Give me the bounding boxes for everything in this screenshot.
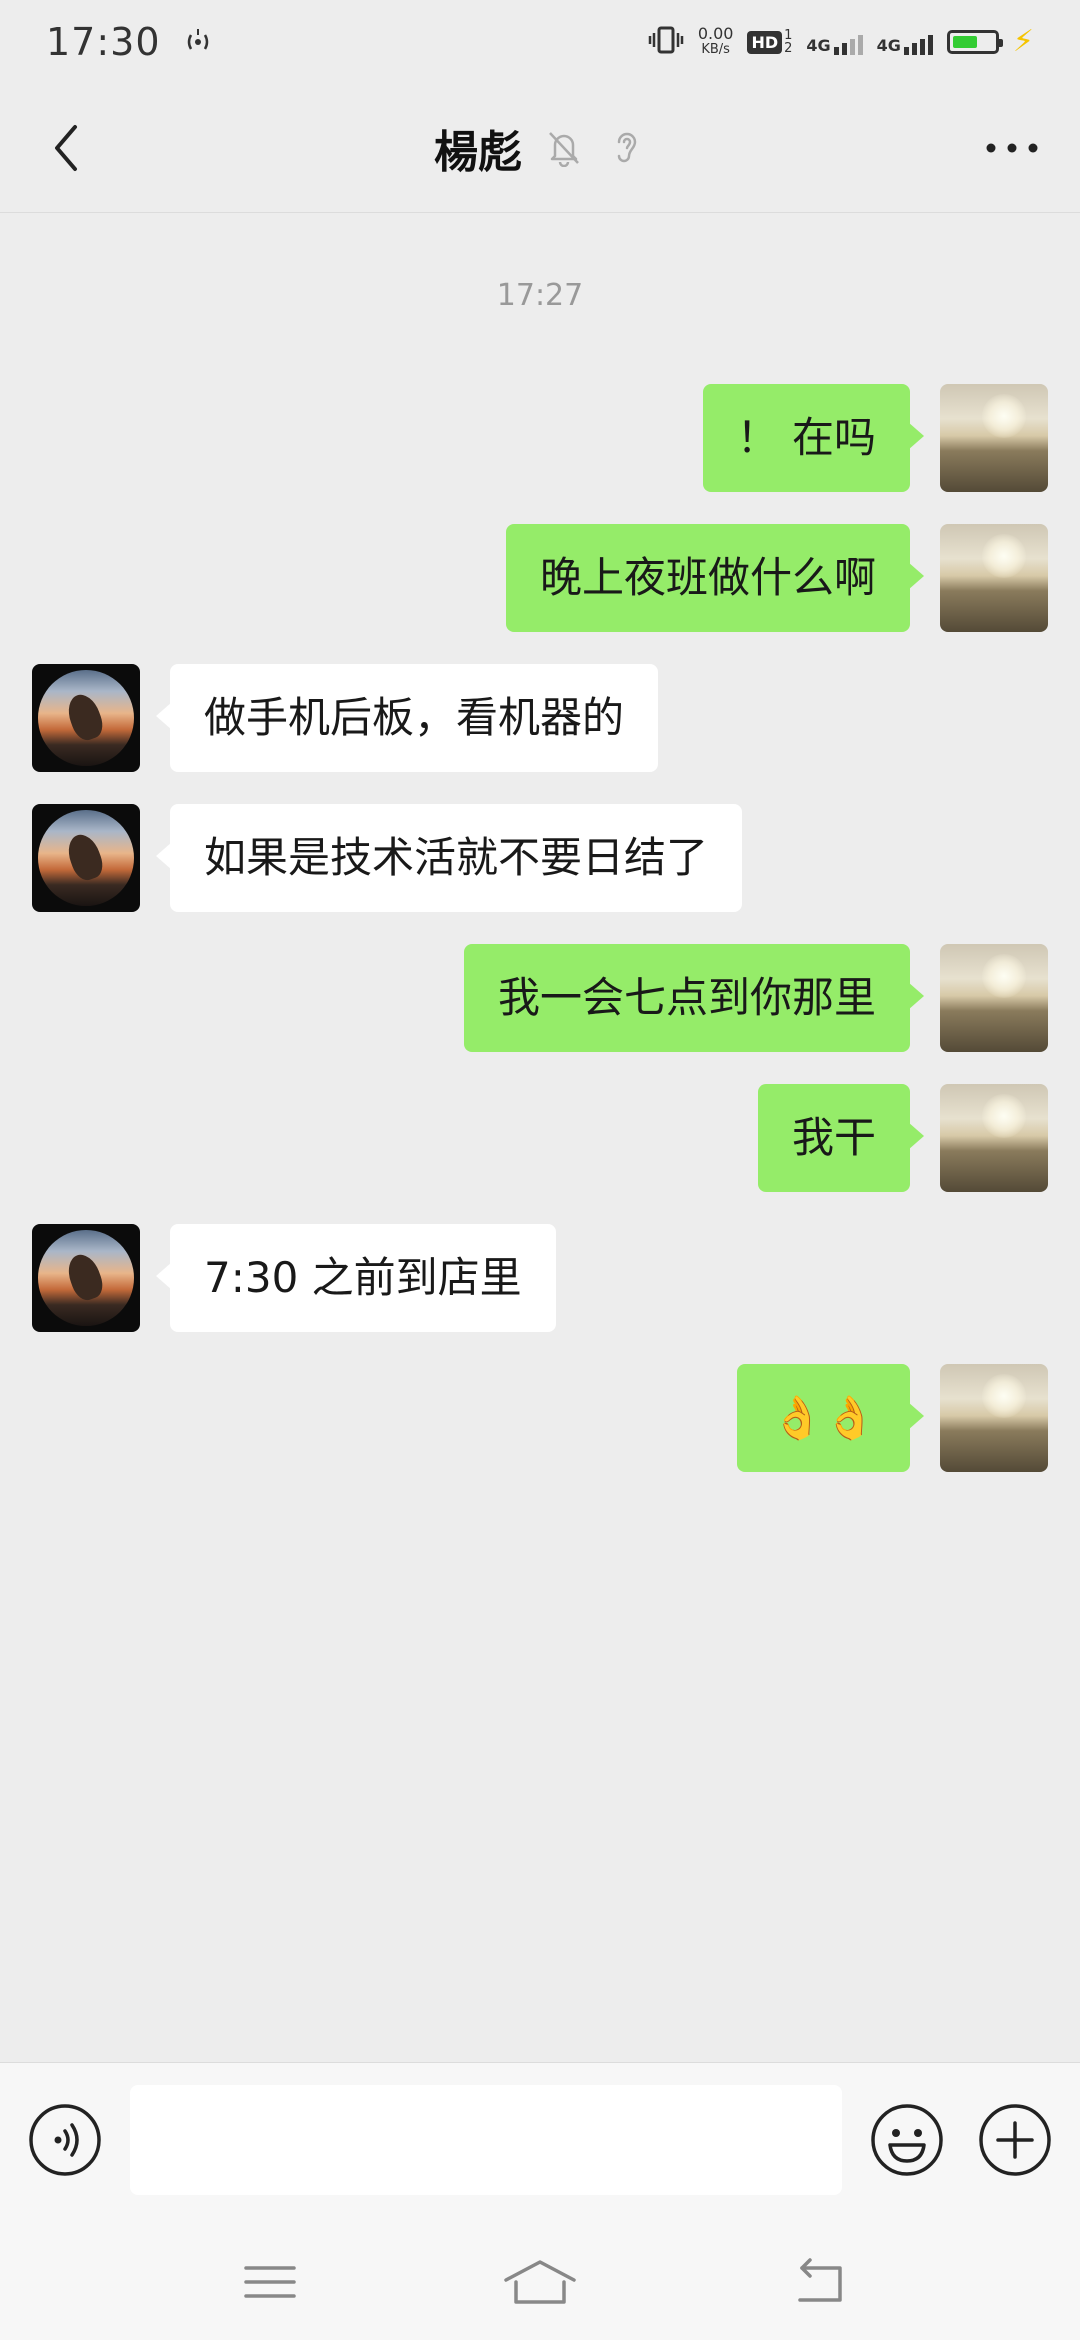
charging-icon: ⚡ xyxy=(1012,24,1034,59)
my-avatar[interactable] xyxy=(940,384,1048,492)
network-type-2: 4G xyxy=(876,36,901,55)
message-bubble-self[interactable]: 晚上夜班做什么啊 xyxy=(505,524,925,632)
my-avatar[interactable] xyxy=(940,1084,1048,1192)
earpiece-icon xyxy=(606,128,646,168)
message-input[interactable] xyxy=(130,2085,842,2195)
message-bubble-self[interactable]: ！ 在吗 xyxy=(702,384,925,492)
signal-icon-2 xyxy=(903,29,933,55)
message-row: 我一会七点到你那里 xyxy=(0,944,1080,1052)
contact-avatar[interactable] xyxy=(32,1224,140,1332)
return-icon xyxy=(798,2258,842,2302)
mute-bell-icon xyxy=(544,128,584,168)
voice-icon xyxy=(29,2104,101,2176)
input-bar xyxy=(0,2062,1080,2223)
hd-label: HD xyxy=(747,30,783,54)
message-bubble-other[interactable]: 做手机后板，看机器的 xyxy=(155,664,659,772)
message-row: 👌👌 xyxy=(0,1364,1080,1472)
back-button[interactable] xyxy=(36,116,96,180)
message-row: 做手机后板，看机器的 xyxy=(0,664,1080,772)
hd-icon: HD 1 2 xyxy=(747,29,792,55)
chat-timestamp: 17:27 xyxy=(496,278,584,313)
nav-home-button[interactable] xyxy=(500,2252,580,2312)
menu-icon xyxy=(244,2266,296,2298)
chat-messages[interactable]: 17:27 ！ 在吗 晚上夜班做什么啊 做手机后板，看机器的 如果是技术活就不要… xyxy=(0,212,1080,2062)
message-row: 7:30 之前到店里 xyxy=(0,1224,1080,1332)
back-arrow-icon xyxy=(55,125,77,171)
battery-icon xyxy=(946,30,1003,54)
nav-menu-button[interactable] xyxy=(240,2252,300,2312)
plus-icon xyxy=(979,2104,1051,2176)
more-functions-button[interactable] xyxy=(978,2103,1052,2177)
contact-avatar[interactable] xyxy=(32,664,140,772)
more-dots-icon xyxy=(986,143,1038,153)
message-bubble-other[interactable]: 如果是技术活就不要日结了 xyxy=(155,804,743,912)
nav-back-button[interactable] xyxy=(790,2252,850,2312)
message-row: 晚上夜班做什么啊 xyxy=(0,524,1080,632)
message-bubble-self[interactable]: 我干 xyxy=(757,1084,925,1192)
more-options-button[interactable] xyxy=(972,116,1052,180)
status-time: 17:30 xyxy=(46,20,161,64)
network-speed-value: 0.00 xyxy=(697,24,734,43)
voice-input-button[interactable] xyxy=(28,2103,102,2177)
message-row: ！ 在吗 xyxy=(0,384,1080,492)
hd-slots: 1 2 xyxy=(784,28,793,56)
hotspot-icon xyxy=(181,27,215,57)
my-avatar[interactable] xyxy=(940,1364,1048,1472)
system-nav-bar xyxy=(0,2222,1080,2340)
message-bubble-other[interactable]: 7:30 之前到店里 xyxy=(156,1224,556,1332)
my-avatar[interactable] xyxy=(940,944,1048,1052)
message-row: 如果是技术活就不要日结了 xyxy=(0,804,1080,912)
emoji-button[interactable] xyxy=(870,2103,944,2177)
home-icon xyxy=(504,2260,576,2304)
emoji-icon xyxy=(871,2104,943,2176)
vibrate-icon xyxy=(648,25,684,60)
network-speed: 0.00 KB/s xyxy=(698,26,734,58)
network-type-1: 4G xyxy=(806,36,831,55)
message-row: 我干 xyxy=(0,1084,1080,1192)
message-bubble-self[interactable]: 我一会七点到你那里 xyxy=(463,944,925,1052)
contact-avatar[interactable] xyxy=(32,804,140,912)
chat-title: 楊彪 xyxy=(434,127,522,178)
signal-icon-1 xyxy=(833,29,863,55)
message-bubble-self[interactable]: 👌👌 xyxy=(737,1364,924,1472)
status-bar: 17:30 0.00 KB/s HD 1 2 4G 4G ⚡ xyxy=(0,0,1080,84)
chat-header: 楊彪 xyxy=(0,84,1080,213)
my-avatar[interactable] xyxy=(940,524,1048,632)
network-speed-unit: KB/s xyxy=(701,42,730,57)
